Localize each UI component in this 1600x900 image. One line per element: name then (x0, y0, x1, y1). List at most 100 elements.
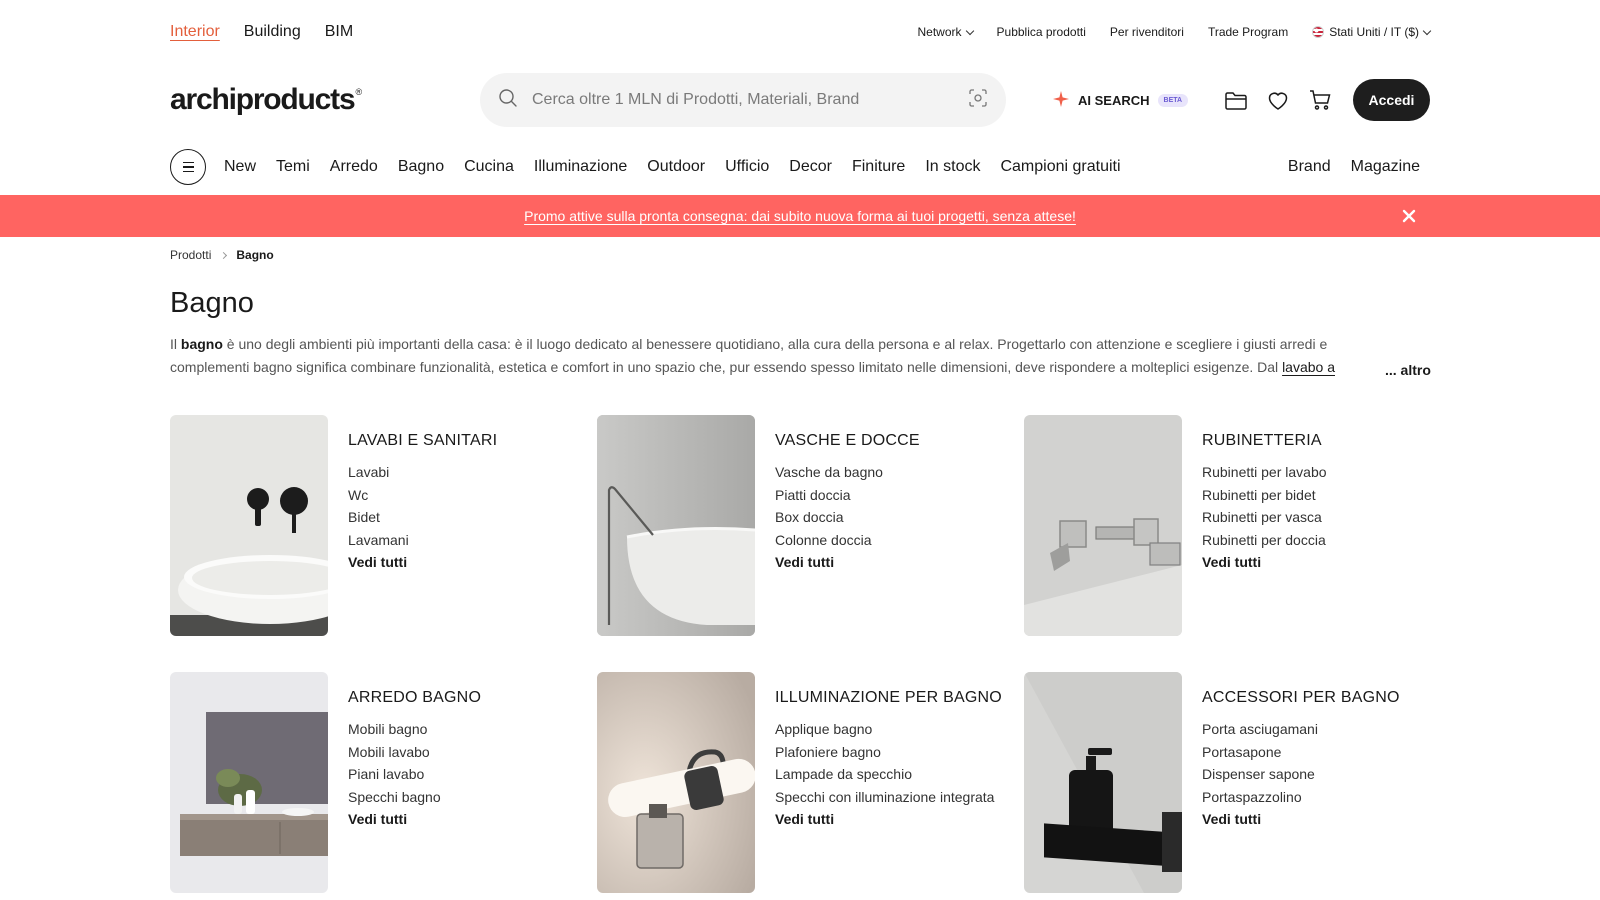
locale-selector[interactable]: Stati Uniti / IT ($) (1312, 25, 1432, 39)
category-link[interactable]: Colonne doccia (775, 529, 920, 552)
network-dropdown[interactable]: Network (918, 25, 974, 39)
sparkle-icon (1052, 90, 1070, 111)
see-all-link[interactable]: Vedi tutti (348, 808, 481, 831)
category-link[interactable]: Bidet (348, 506, 497, 529)
category-image[interactable] (597, 415, 755, 636)
category-link[interactable]: Plafoniere bagno (775, 741, 1002, 764)
see-all-link[interactable]: Vedi tutti (775, 808, 1002, 831)
category-link[interactable]: Portaspazzolino (1202, 786, 1400, 809)
category-title[interactable]: ACCESSORI PER BAGNO (1202, 689, 1400, 707)
folder-icon[interactable] (1224, 88, 1248, 112)
chevron-right-icon (220, 251, 228, 259)
logo-registered-mark: ® (355, 87, 362, 97)
category-grid: LAVABI E SANITARI Lavabi Wc Bidet Lavama… (170, 415, 1430, 893)
ai-search-label: AI SEARCH (1078, 92, 1150, 108)
category-links: Rubinetti per lavabo Rubinetti per bidet… (1202, 461, 1327, 574)
see-all-link[interactable]: Vedi tutti (348, 551, 497, 574)
page-title: Bagno (170, 287, 254, 319)
nav-item-arredo[interactable]: Arredo (330, 158, 378, 176)
segment-switcher: Interior Building BIM (170, 23, 353, 41)
cart-icon[interactable] (1308, 88, 1332, 112)
category-body: ILLUMINAZIONE PER BAGNO Applique bagno P… (775, 672, 1002, 893)
category-link[interactable]: Porta asciugamani (1202, 718, 1400, 741)
category-link[interactable]: Portasapone (1202, 741, 1400, 764)
category-link[interactable]: Specchi bagno (348, 786, 481, 809)
logo[interactable]: archiproducts ® (170, 83, 480, 117)
category-card: VASCHE E DOCCE Vasche da bagno Piatti do… (597, 415, 1024, 636)
logo-text: archiproducts (170, 83, 356, 116)
nav-item-in-stock[interactable]: In stock (925, 158, 980, 176)
locale-label: Stati Uniti / IT ($) (1329, 25, 1419, 39)
category-link[interactable]: Rubinetti per bidet (1202, 484, 1327, 507)
category-link[interactable]: Piatti doccia (775, 484, 920, 507)
nav-item-finiture[interactable]: Finiture (852, 158, 905, 176)
promo-link[interactable]: Promo attive sulla pronta consegna: dai … (524, 208, 1076, 224)
breadcrumb-item-prodotti[interactable]: Prodotti (170, 248, 211, 262)
category-body: LAVABI E SANITARI Lavabi Wc Bidet Lavama… (348, 415, 497, 636)
ai-search-button[interactable]: AI SEARCH BETA (1052, 90, 1189, 111)
nav-item-brand[interactable]: Brand (1288, 158, 1331, 176)
category-title[interactable]: RUBINETTERIA (1202, 432, 1327, 450)
publish-products-link[interactable]: Pubblica prodotti (997, 25, 1086, 39)
category-image[interactable] (170, 672, 328, 893)
trade-program-link[interactable]: Trade Program (1208, 25, 1288, 39)
category-link[interactable]: Wc (348, 484, 497, 507)
close-icon[interactable] (1400, 207, 1418, 225)
intro-part-2: è uno degli ambienti più importanti dell… (170, 336, 1328, 375)
category-link[interactable]: Lavabi (348, 461, 497, 484)
nav-item-magazine[interactable]: Magazine (1351, 158, 1420, 176)
category-link[interactable]: Vasche da bagno (775, 461, 920, 484)
category-link[interactable]: Rubinetti per lavabo (1202, 461, 1327, 484)
category-image[interactable] (1024, 672, 1182, 893)
category-title[interactable]: ARREDO BAGNO (348, 689, 481, 707)
category-link[interactable]: Box doccia (775, 506, 920, 529)
see-all-link[interactable]: Vedi tutti (775, 551, 920, 574)
segment-bim[interactable]: BIM (325, 23, 353, 41)
nav-item-temi[interactable]: Temi (276, 158, 310, 176)
see-all-link[interactable]: Vedi tutti (1202, 551, 1327, 574)
category-link[interactable]: Lavamani (348, 529, 497, 552)
category-image[interactable] (597, 672, 755, 893)
segment-building[interactable]: Building (244, 23, 301, 41)
nav-item-bagno[interactable]: Bagno (398, 158, 444, 176)
category-title[interactable]: VASCHE E DOCCE (775, 432, 920, 450)
nav-item-outdoor[interactable]: Outdoor (647, 158, 705, 176)
category-title[interactable]: ILLUMINAZIONE PER BAGNO (775, 689, 1002, 707)
nav-item-decor[interactable]: Decor (789, 158, 832, 176)
read-more-link[interactable]: ... altro (1385, 362, 1431, 378)
heart-icon[interactable] (1266, 88, 1290, 112)
nav-item-ufficio[interactable]: Ufficio (725, 158, 769, 176)
chevron-down-icon (1422, 26, 1432, 35)
category-link[interactable]: Mobili lavabo (348, 741, 481, 764)
intro-link[interactable]: lavabo a (1282, 359, 1335, 375)
category-link[interactable]: Mobili bagno (348, 718, 481, 741)
category-title[interactable]: LAVABI E SANITARI (348, 432, 497, 450)
header-actions (1224, 88, 1332, 112)
category-link[interactable]: Dispenser sapone (1202, 763, 1400, 786)
chevron-down-icon (965, 26, 974, 35)
category-link[interactable]: Lampade da specchio (775, 763, 1002, 786)
category-links: Applique bagno Plafoniere bagno Lampade … (775, 718, 1002, 831)
nav-item-campioni-gratuiti[interactable]: Campioni gratuiti (1000, 158, 1120, 176)
menu-icon[interactable] (170, 149, 206, 185)
intro-part-1: Il (170, 336, 181, 352)
category-image[interactable] (170, 415, 328, 636)
nav-item-illuminazione[interactable]: Illuminazione (534, 158, 627, 176)
segment-interior[interactable]: Interior (170, 23, 220, 41)
see-all-link[interactable]: Vedi tutti (1202, 808, 1400, 831)
category-link[interactable]: Rubinetti per doccia (1202, 529, 1327, 552)
category-image[interactable] (1024, 415, 1182, 636)
beta-badge: BETA (1157, 93, 1189, 107)
nav-item-new[interactable]: New (224, 158, 256, 176)
category-link[interactable]: Piani lavabo (348, 763, 481, 786)
category-link[interactable]: Applique bagno (775, 718, 1002, 741)
nav-item-cucina[interactable]: Cucina (464, 158, 514, 176)
category-link[interactable]: Rubinetti per vasca (1202, 506, 1327, 529)
visual-search-icon[interactable] (968, 88, 988, 113)
top-bar: Interior Building BIM Network Pubblica p… (170, 20, 1432, 44)
category-link[interactable]: Specchi con illuminazione integrata (775, 786, 1002, 809)
search-input[interactable] (532, 91, 968, 109)
resellers-link[interactable]: Per rivenditori (1110, 25, 1184, 39)
login-button[interactable]: Accedi (1353, 79, 1430, 121)
category-links: Lavabi Wc Bidet Lavamani Vedi tutti (348, 461, 497, 574)
